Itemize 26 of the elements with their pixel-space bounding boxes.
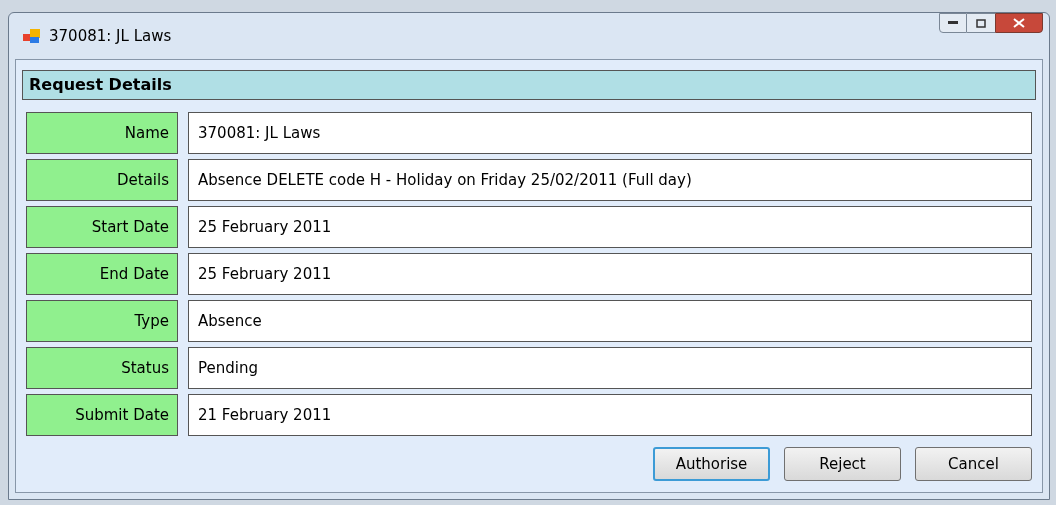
field-label: Type xyxy=(26,300,178,342)
window-title: 370081: JL Laws xyxy=(49,25,172,47)
field-value: 21 February 2011 xyxy=(188,394,1032,436)
dialog-button[interactable]: Reject xyxy=(784,447,901,481)
close-button[interactable] xyxy=(995,13,1043,33)
dialog-button[interactable]: Authorise xyxy=(653,447,770,481)
field-label: Status xyxy=(26,347,178,389)
field-label: Details xyxy=(26,159,178,201)
section-header: Request Details xyxy=(22,70,1036,100)
field-label: Name xyxy=(26,112,178,154)
field-value: Absence xyxy=(188,300,1032,342)
field-label: Submit Date xyxy=(26,394,178,436)
close-icon xyxy=(1013,18,1025,28)
maximize-icon xyxy=(976,18,986,28)
dialog-button[interactable]: Cancel xyxy=(915,447,1032,481)
field-value: 370081: JL Laws xyxy=(188,112,1032,154)
field-value: Pending xyxy=(188,347,1032,389)
minimize-button[interactable] xyxy=(939,13,967,33)
field-value: 25 February 2011 xyxy=(188,253,1032,295)
field-label: Start Date xyxy=(26,206,178,248)
field-value: 25 February 2011 xyxy=(188,206,1032,248)
app-icon xyxy=(23,28,41,44)
maximize-button[interactable] xyxy=(967,13,995,33)
field-label: End Date xyxy=(26,253,178,295)
field-value: Absence DELETE code H - Holiday on Friday 25/02/2011 (Full day) xyxy=(188,159,1032,201)
minimize-icon xyxy=(948,21,958,25)
